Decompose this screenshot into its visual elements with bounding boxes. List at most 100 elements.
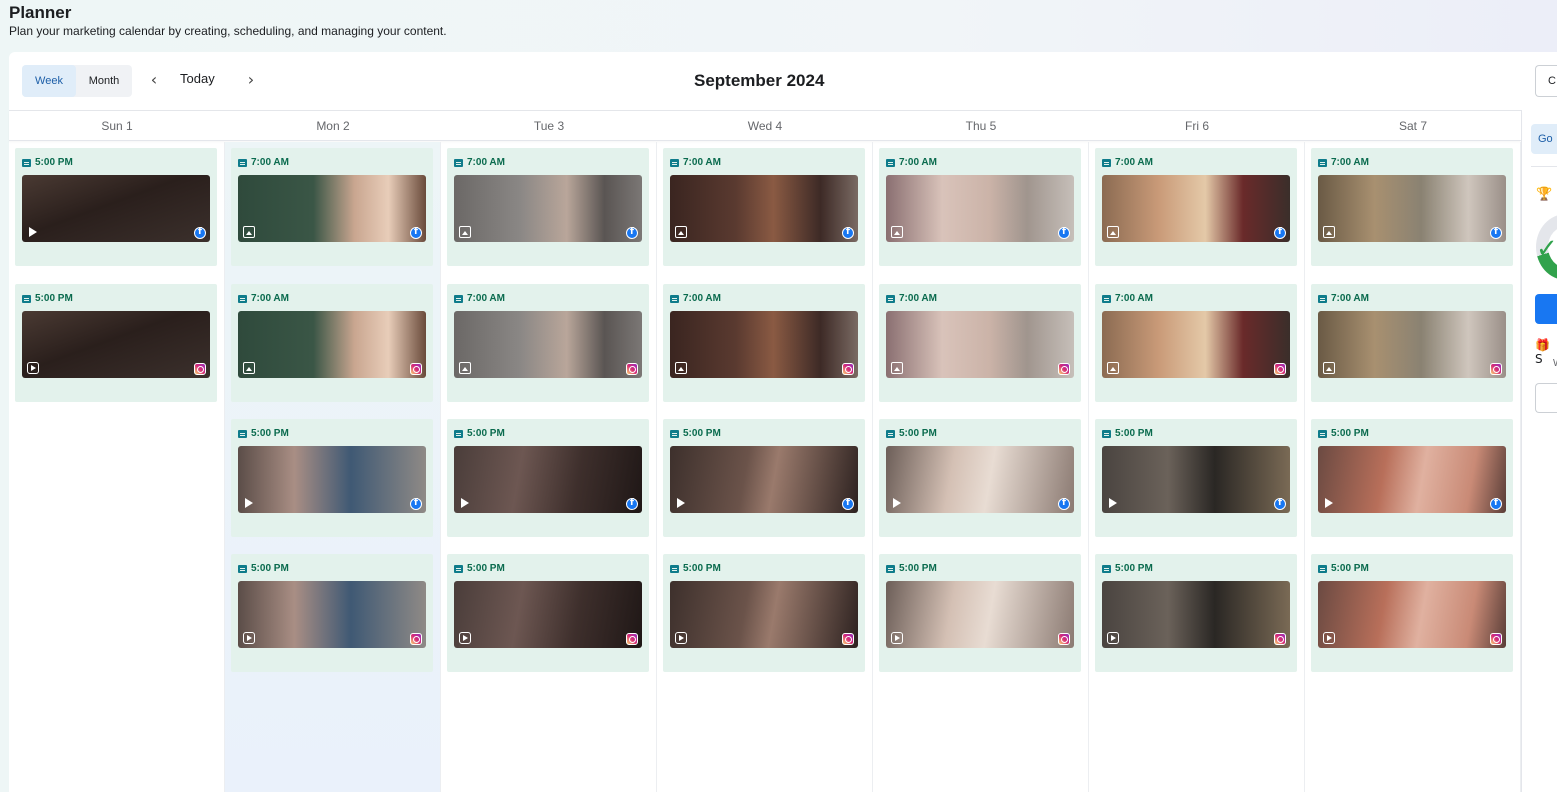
post-thumbnail[interactable] bbox=[670, 446, 858, 513]
scheduled-post-card[interactable]: 7:00 AM bbox=[879, 284, 1081, 402]
facebook-icon bbox=[626, 227, 638, 239]
scheduled-post-card[interactable]: 5:00 PM bbox=[1311, 419, 1513, 537]
post-thumbnail[interactable] bbox=[670, 311, 858, 378]
post-type-icon bbox=[886, 429, 895, 438]
post-thumbnail[interactable] bbox=[886, 311, 1074, 378]
scheduled-post-card[interactable]: 5:00 PM bbox=[231, 419, 433, 537]
day-column[interactable]: 5:00 PM 5:00 PM bbox=[9, 142, 225, 792]
day-column[interactable]: 7:00 AM 7:00 AM 5:00 PM 5:00 PM bbox=[873, 142, 1089, 792]
chevron-left-icon[interactable]: ‹ bbox=[146, 70, 162, 90]
scheduled-post-card[interactable]: 7:00 AM bbox=[1095, 284, 1297, 402]
post-thumbnail[interactable] bbox=[1318, 175, 1506, 242]
post-thumbnail[interactable] bbox=[238, 446, 426, 513]
post-thumbnail[interactable] bbox=[238, 311, 426, 378]
day-column[interactable]: 7:00 AM 7:00 AM 5:00 PM 5:00 PM bbox=[441, 142, 657, 792]
side-panel-tab[interactable]: Go bbox=[1531, 124, 1557, 154]
scheduled-post-card[interactable]: 5:00 PM bbox=[1311, 554, 1513, 672]
chevron-right-icon[interactable]: › bbox=[243, 70, 259, 90]
today-button[interactable]: Today bbox=[180, 71, 215, 86]
post-thumbnail[interactable] bbox=[1318, 311, 1506, 378]
post-type-icon bbox=[670, 564, 679, 573]
day-column[interactable]: 7:00 AM 7:00 AM 5:00 PM 5:00 PM bbox=[1305, 142, 1521, 792]
post-thumbnail[interactable] bbox=[670, 175, 858, 242]
facebook-icon bbox=[1058, 227, 1070, 239]
scheduled-post-card[interactable]: 7:00 AM bbox=[1095, 148, 1297, 266]
post-thumbnail[interactable] bbox=[22, 175, 210, 242]
post-thumbnail[interactable] bbox=[454, 446, 642, 513]
post-type-icon bbox=[238, 158, 247, 167]
scheduled-post-card[interactable]: 5:00 PM bbox=[231, 554, 433, 672]
post-thumbnail[interactable] bbox=[886, 175, 1074, 242]
scheduled-post-card[interactable]: 5:00 PM bbox=[15, 284, 217, 402]
scheduled-post-card[interactable]: 7:00 AM bbox=[447, 148, 649, 266]
instagram-icon bbox=[1274, 633, 1286, 645]
scheduled-post-card[interactable]: 5:00 PM bbox=[663, 419, 865, 537]
page-subtitle: Plan your marketing calendar by creating… bbox=[9, 24, 447, 38]
facebook-icon bbox=[1058, 498, 1070, 510]
instagram-icon bbox=[1274, 363, 1286, 375]
week-calendar: Sun 1 Mon 2 Tue 3 Wed 4 Thu 5 Fri 6 Sat 7 5:00… bbox=[9, 110, 1521, 792]
post-time: 5:00 PM bbox=[1318, 428, 1369, 439]
post-thumbnail[interactable] bbox=[1102, 175, 1290, 242]
post-type-icon bbox=[454, 158, 463, 167]
play-icon bbox=[27, 226, 39, 238]
scheduled-post-card[interactable]: 7:00 AM bbox=[231, 148, 433, 266]
facebook-icon bbox=[842, 498, 854, 510]
post-thumbnail[interactable] bbox=[454, 175, 642, 242]
create-button[interactable]: C bbox=[1535, 65, 1557, 97]
post-type-icon bbox=[238, 294, 247, 303]
post-time: 5:00 PM bbox=[22, 293, 73, 304]
scheduled-post-card[interactable]: 5:00 PM bbox=[663, 554, 865, 672]
post-time-label: 7:00 AM bbox=[1331, 293, 1369, 304]
post-time-label: 7:00 AM bbox=[251, 157, 289, 168]
scheduled-post-card[interactable]: 7:00 AM bbox=[447, 284, 649, 402]
post-thumbnail[interactable] bbox=[1102, 581, 1290, 648]
post-thumbnail[interactable] bbox=[454, 581, 642, 648]
scheduled-post-card[interactable]: 5:00 PM bbox=[447, 554, 649, 672]
post-time-label: 5:00 PM bbox=[251, 563, 289, 574]
post-type-icon bbox=[670, 429, 679, 438]
image-icon bbox=[1107, 362, 1119, 374]
post-thumbnail[interactable] bbox=[22, 311, 210, 378]
day-column[interactable]: 7:00 AM 7:00 AM 5:00 PM 5:00 PM bbox=[657, 142, 873, 792]
post-thumbnail[interactable] bbox=[238, 175, 426, 242]
scheduled-post-card[interactable]: 5:00 PM bbox=[15, 148, 217, 266]
play-icon bbox=[1107, 497, 1119, 509]
scheduled-post-card[interactable]: 5:00 PM bbox=[447, 419, 649, 537]
facebook-icon bbox=[194, 227, 206, 239]
post-thumbnail[interactable] bbox=[1102, 446, 1290, 513]
post-time: 5:00 PM bbox=[670, 563, 721, 574]
post-thumbnail[interactable] bbox=[886, 446, 1074, 513]
post-time: 5:00 PM bbox=[1318, 563, 1369, 574]
week-view-button[interactable]: Week bbox=[22, 65, 76, 97]
post-thumbnail[interactable] bbox=[238, 581, 426, 648]
scheduled-post-card[interactable]: 5:00 PM bbox=[1095, 419, 1297, 537]
post-thumbnail[interactable] bbox=[454, 311, 642, 378]
secondary-action-button[interactable] bbox=[1535, 383, 1557, 413]
post-type-icon bbox=[1318, 564, 1327, 573]
post-type-icon bbox=[1318, 158, 1327, 167]
post-type-icon bbox=[1318, 429, 1327, 438]
day-column[interactable]: 7:00 AM 7:00 AM 5:00 PM 5:00 PM bbox=[1089, 142, 1305, 792]
month-view-button[interactable]: Month bbox=[76, 65, 132, 97]
scheduled-post-card[interactable]: 7:00 AM bbox=[879, 148, 1081, 266]
scheduled-post-card[interactable]: 7:00 AM bbox=[1311, 148, 1513, 266]
primary-action-button[interactable] bbox=[1535, 294, 1557, 324]
post-thumbnail[interactable] bbox=[670, 581, 858, 648]
scheduled-post-card[interactable]: 7:00 AM bbox=[1311, 284, 1513, 402]
post-thumbnail[interactable] bbox=[1102, 311, 1290, 378]
post-thumbnail[interactable] bbox=[886, 581, 1074, 648]
scheduled-post-card[interactable]: 5:00 PM bbox=[879, 419, 1081, 537]
scheduled-post-card[interactable]: 7:00 AM bbox=[231, 284, 433, 402]
scheduled-post-card[interactable]: 7:00 AM bbox=[663, 284, 865, 402]
post-type-icon bbox=[454, 294, 463, 303]
post-time-label: 5:00 PM bbox=[251, 428, 289, 439]
post-thumbnail[interactable] bbox=[1318, 581, 1506, 648]
day-column[interactable]: 7:00 AM 7:00 AM 5:00 PM 5:00 PM bbox=[225, 142, 441, 792]
scheduled-post-card[interactable]: 5:00 PM bbox=[1095, 554, 1297, 672]
post-thumbnail[interactable] bbox=[1318, 446, 1506, 513]
scheduled-post-card[interactable]: 5:00 PM bbox=[879, 554, 1081, 672]
facebook-icon bbox=[410, 227, 422, 239]
scheduled-post-card[interactable]: 7:00 AM bbox=[663, 148, 865, 266]
instagram-icon bbox=[842, 363, 854, 375]
